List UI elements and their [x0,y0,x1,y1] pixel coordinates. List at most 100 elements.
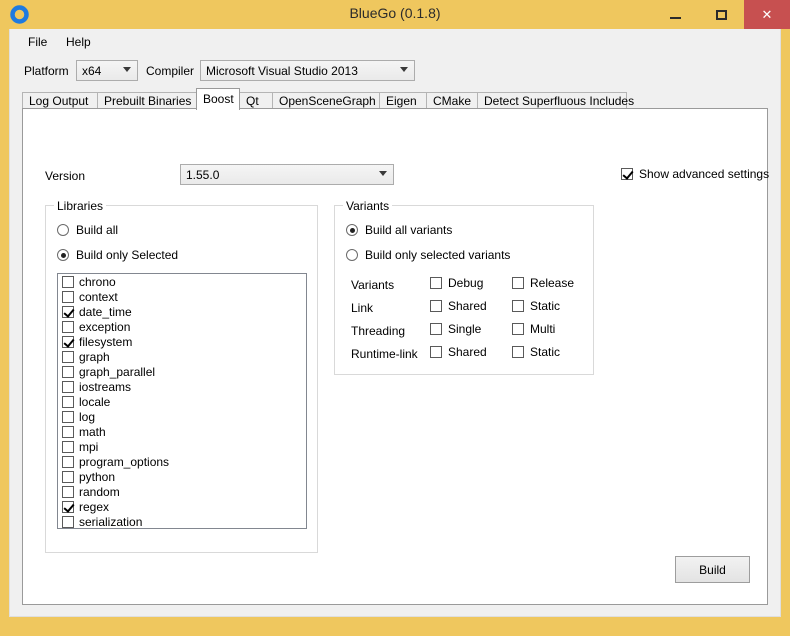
checkbox-icon [512,300,524,312]
library-list-item[interactable]: python [58,469,306,484]
tab-bar: Log OutputPrebuilt BinariesBoostQtOpenSc… [22,90,768,110]
variants-row-label: Runtime-link [351,347,418,361]
radio-build-all-label: Build all [76,223,118,237]
variant-checkbox-static[interactable]: Static [512,299,560,313]
minimize-button[interactable] [652,0,698,29]
radio-build-all-variants-label: Build all variants [365,223,452,237]
library-name: graph [79,350,110,364]
maximize-icon [698,0,744,29]
variant-checkbox-static[interactable]: Static [512,345,560,359]
checkbox-icon [430,300,442,312]
checkbox-icon[interactable] [62,411,74,423]
checkbox-icon[interactable] [62,321,74,333]
library-list[interactable]: chronocontextdate_timeexceptionfilesyste… [57,273,307,529]
radio-build-only-selected-variants-label: Build only selected variants [365,248,510,262]
radio-build-only-selected[interactable]: Build only Selected [57,248,178,262]
variant-checkbox-multi[interactable]: Multi [512,322,555,336]
checkbox-icon[interactable] [62,456,74,468]
checkbox-icon[interactable] [62,516,74,528]
variant-checkbox-shared[interactable]: Shared [430,299,487,313]
platform-select[interactable]: x64 [76,60,138,81]
radio-icon [57,249,69,261]
library-list-item[interactable]: date_time [58,304,306,319]
checkbox-icon[interactable] [62,351,74,363]
radio-build-only-selected-variants[interactable]: Build only selected variants [346,248,510,262]
library-name: random [79,485,120,499]
checkbox-icon [430,277,442,289]
build-button[interactable]: Build [675,556,750,583]
library-name: locale [79,395,110,409]
maximize-button[interactable] [698,0,744,29]
library-name: math [79,425,106,439]
chevron-down-icon [123,67,131,72]
checkbox-icon[interactable] [62,306,74,318]
variant-checkbox-shared[interactable]: Shared [430,345,487,359]
variant-checkbox-label: Single [448,322,481,336]
menu-item-help[interactable]: Help [62,34,95,50]
library-list-item[interactable]: log [58,409,306,424]
library-list-item[interactable]: graph_parallel [58,364,306,379]
variants-group-title: Variants [343,199,392,213]
checkbox-icon[interactable] [62,366,74,378]
library-list-item[interactable]: random [58,484,306,499]
menu-bar: File Help [10,29,780,54]
show-advanced-settings-checkbox[interactable]: Show advanced settings [621,167,769,181]
variant-checkbox-label: Multi [530,322,555,336]
client-area: File Help Platform x64 Compiler Microsof… [9,29,781,617]
checkbox-icon[interactable] [62,441,74,453]
variants-row-label: Link [351,301,373,315]
close-button[interactable]: ✕ [744,0,790,29]
library-list-item[interactable]: locale [58,394,306,409]
variant-checkbox-release[interactable]: Release [512,276,574,290]
compiler-select[interactable]: Microsoft Visual Studio 2013 [200,60,415,81]
variant-checkbox-debug[interactable]: Debug [430,276,483,290]
library-list-item[interactable]: serialization [58,514,306,529]
library-name: regex [79,500,109,514]
platform-value: x64 [82,64,101,78]
library-list-item[interactable]: program_options [58,454,306,469]
checkbox-icon[interactable] [62,471,74,483]
checkbox-icon[interactable] [62,396,74,408]
compiler-label: Compiler [146,64,194,78]
variant-checkbox-single[interactable]: Single [430,322,481,336]
menu-item-file[interactable]: File [24,34,51,50]
library-list-item[interactable]: math [58,424,306,439]
libraries-group: Libraries Build all Build only Selected … [45,205,318,553]
checkbox-icon[interactable] [62,291,74,303]
radio-icon [346,249,358,261]
variant-checkbox-label: Release [530,276,574,290]
library-name: filesystem [79,335,132,349]
checkbox-icon[interactable] [62,276,74,288]
tab-label: Eigen [386,94,417,108]
tab-boost[interactable]: Boost [196,88,240,110]
library-list-item[interactable]: graph [58,349,306,364]
checkbox-icon[interactable] [62,336,74,348]
variant-checkbox-label: Shared [448,345,487,359]
compiler-value: Microsoft Visual Studio 2013 [206,64,358,78]
library-list-item[interactable]: exception [58,319,306,334]
radio-build-all[interactable]: Build all [57,223,118,237]
library-list-item[interactable]: chrono [58,274,306,289]
show-advanced-settings-label: Show advanced settings [639,167,769,181]
library-name: exception [79,320,130,334]
checkbox-icon[interactable] [62,486,74,498]
checkbox-icon[interactable] [62,381,74,393]
checkbox-icon [430,346,442,358]
library-list-item[interactable]: mpi [58,439,306,454]
version-select[interactable]: 1.55.0 [180,164,394,185]
library-list-item[interactable]: regex [58,499,306,514]
toolbar-row: Platform x64 Compiler Microsoft Visual S… [10,57,780,89]
tab-page-boost: Version 1.55.0 Show advanced settings Li… [22,108,768,605]
chevron-down-icon [400,67,408,72]
library-name: mpi [79,440,98,454]
checkbox-icon[interactable] [62,426,74,438]
version-value: 1.55.0 [186,168,219,182]
library-list-item[interactable]: filesystem [58,334,306,349]
library-list-item[interactable]: iostreams [58,379,306,394]
tab-label: Qt [246,94,259,108]
radio-build-all-variants[interactable]: Build all variants [346,223,452,237]
checkbox-icon [512,346,524,358]
checkbox-icon[interactable] [62,501,74,513]
checkbox-icon [512,323,524,335]
library-list-item[interactable]: context [58,289,306,304]
